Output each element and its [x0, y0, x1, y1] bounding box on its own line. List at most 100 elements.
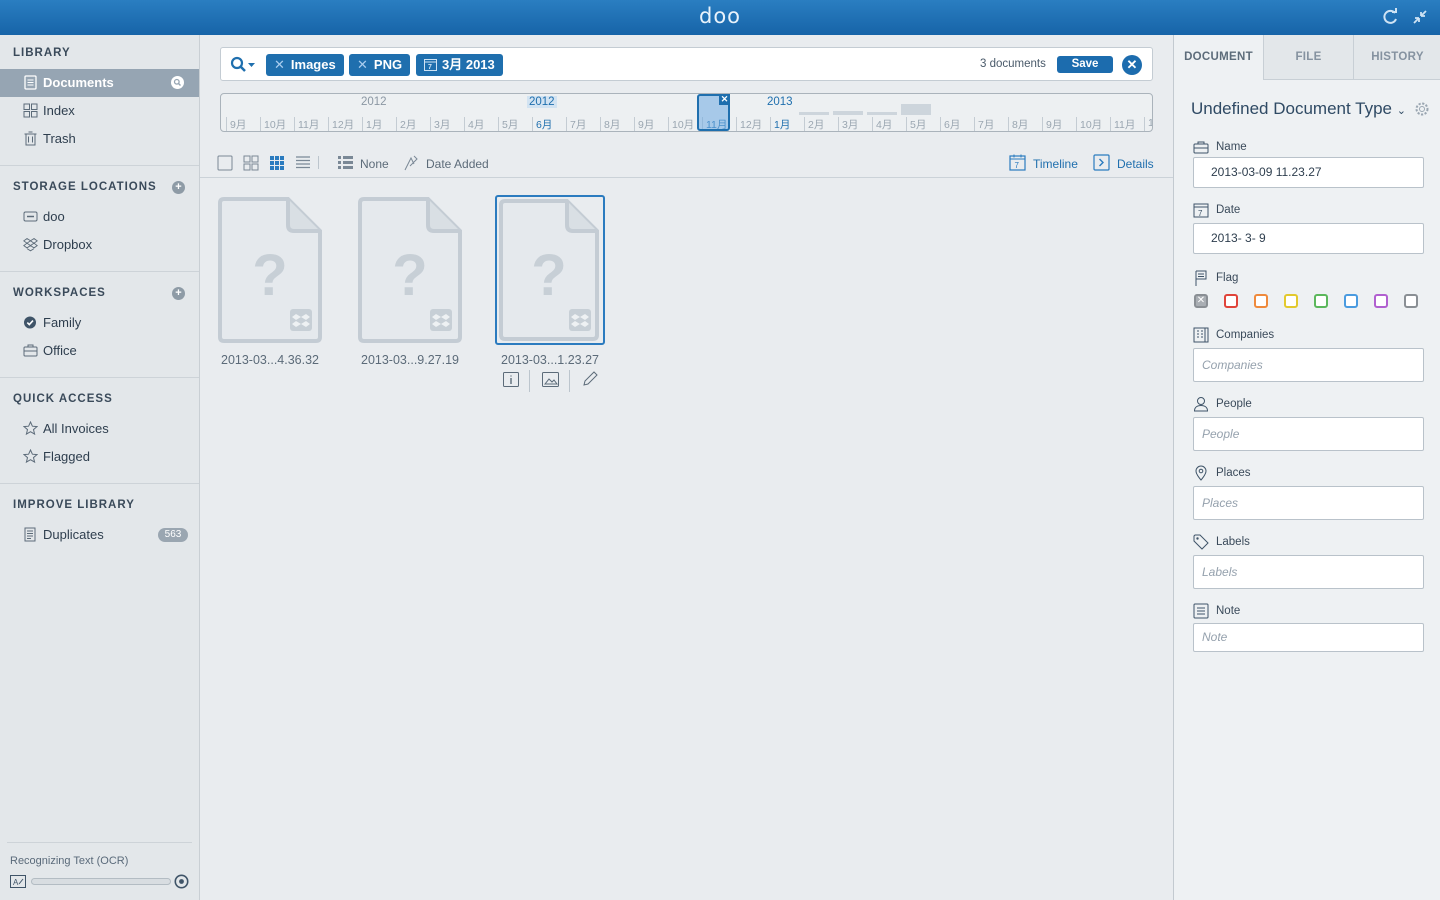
note-field[interactable]: Note	[1193, 623, 1424, 652]
document-tile-selected[interactable]: ?	[495, 195, 605, 345]
places-field[interactable]: Places	[1193, 486, 1424, 520]
search-bar[interactable]: ✕ Images ✕ PNG 7 3月 2013 3 documents Save ✕	[220, 47, 1153, 81]
add-workspace-button[interactable]: +	[172, 287, 185, 300]
document-tile[interactable]: ?	[356, 195, 466, 345]
sync-icon[interactable]	[1381, 8, 1399, 26]
timeline-month-tick[interactable]: 8月	[600, 117, 620, 131]
timeline-month-tick[interactable]: 12月	[328, 117, 354, 131]
name-field[interactable]: 2013-03-09 11.23.27	[1193, 157, 1424, 188]
timeline-month-tick[interactable]: 6月	[532, 117, 552, 131]
sidebar-item-documents[interactable]: Documents	[0, 69, 199, 97]
single-view-icon[interactable]	[217, 155, 233, 171]
timeline-month-tick[interactable]: 2月	[804, 117, 824, 131]
clear-range-icon[interactable]: ✕	[719, 94, 730, 105]
tab-document[interactable]: DOCUMENT	[1174, 35, 1263, 80]
save-search-button[interactable]: Save	[1057, 56, 1113, 73]
large-grid-icon[interactable]	[243, 155, 259, 171]
sidebar-item-family[interactable]: Family	[0, 309, 199, 337]
timeline-month-tick[interactable]: 9月	[634, 117, 654, 131]
search-icon[interactable]	[171, 76, 184, 89]
timeline-month-tick[interactable]: 8月	[1008, 117, 1028, 131]
timeline-month-tick[interactable]: 12月	[736, 117, 762, 131]
timeline-month-tick[interactable]: 9月	[226, 117, 246, 131]
date-field[interactable]: 2013- 3- 9	[1193, 223, 1424, 254]
timeline-month-tick[interactable]: 7月	[974, 117, 994, 131]
flag-label: Flag	[1216, 272, 1239, 284]
tab-history[interactable]: HISTORY	[1353, 35, 1440, 80]
timeline-scrubber[interactable]: 2012 2012 2013 9月 10月 11月 12月 1月 2月 3月 4月 5月 6月 7月…	[220, 93, 1153, 132]
collapse-icon[interactable]	[1411, 8, 1429, 26]
details-toggle[interactable]: Details	[1117, 157, 1154, 171]
timeline-month-tick[interactable]: 12	[1144, 117, 1152, 131]
flag-gray-option[interactable]	[1404, 294, 1418, 308]
list-view-icon[interactable]	[295, 155, 311, 171]
timeline-month-tick[interactable]: 2月	[396, 117, 416, 131]
flag-purple-option[interactable]	[1374, 294, 1388, 308]
timeline-month-tick[interactable]: 5月	[498, 117, 518, 131]
flag-blue-option[interactable]	[1344, 294, 1358, 308]
document-name[interactable]: 2013-03...1.23.27	[480, 353, 620, 367]
labels-field[interactable]: Labels	[1193, 555, 1424, 589]
filter-chip-png[interactable]: ✕ PNG	[349, 54, 411, 76]
document-name[interactable]: 2013-03...4.36.32	[200, 353, 340, 367]
sidebar-item-all-invoices[interactable]: All Invoices	[0, 415, 199, 443]
small-grid-icon[interactable]	[269, 155, 285, 171]
sidebar-item-trash[interactable]: Trash	[0, 125, 199, 153]
companies-field[interactable]: Companies	[1193, 348, 1424, 382]
sidebar-item-dropbox[interactable]: Dropbox	[0, 231, 199, 259]
flag-orange-option[interactable]	[1254, 294, 1268, 308]
timeline-month-tick[interactable]: 7月	[566, 117, 586, 131]
tab-file[interactable]: FILE	[1263, 35, 1353, 80]
remove-filter-icon[interactable]: ✕	[357, 57, 368, 72]
timeline-month-tick[interactable]: 3月	[838, 117, 858, 131]
timeline-month-tick[interactable]: 5月	[906, 117, 926, 131]
timeline-month-tick[interactable]: 1月	[770, 117, 790, 131]
sidebar-item-doo[interactable]: doo	[0, 203, 199, 231]
timeline-month-tick[interactable]: 10月	[1076, 117, 1102, 131]
flag-red-option[interactable]	[1224, 294, 1238, 308]
timeline-month-tick[interactable]: 4月	[872, 117, 892, 131]
timeline-toggle[interactable]: Timeline	[1033, 157, 1078, 171]
timeline-month-tick[interactable]: 6月	[940, 117, 960, 131]
filter-chip-date[interactable]: 7 3月 2013	[416, 54, 503, 76]
people-field[interactable]: People	[1193, 417, 1424, 451]
timeline-month-tick[interactable]: 10月	[668, 117, 694, 131]
document-name[interactable]: 2013-03...9.27.19	[340, 353, 480, 367]
timeline-bar	[833, 111, 863, 115]
timeline-month-tick[interactable]: 11月	[1110, 117, 1135, 131]
sidebar-item-office[interactable]: Office	[0, 337, 199, 365]
timeline-month-tick[interactable]: 10月	[260, 117, 286, 131]
search-icon[interactable]	[230, 56, 257, 74]
sort-by-label[interactable]: Date Added	[426, 157, 489, 171]
flag-none-option[interactable]: ✕	[1194, 294, 1208, 308]
sidebar-item-flagged[interactable]: Flagged	[0, 443, 199, 471]
filter-chip-images[interactable]: ✕ Images	[266, 54, 344, 76]
document-tile[interactable]: ?	[216, 195, 326, 345]
calendar-icon[interactable]: 7	[1009, 154, 1026, 171]
group-icon[interactable]	[337, 155, 354, 171]
preview-icon[interactable]	[542, 372, 559, 387]
gear-icon[interactable]	[174, 874, 189, 889]
info-icon[interactable]	[503, 372, 519, 387]
sidebar-item-index[interactable]: Index	[0, 97, 199, 125]
document-type-selector[interactable]: Undefined Document Type ⌄	[1191, 99, 1406, 119]
flag-green-option[interactable]	[1314, 294, 1328, 308]
group-by-label[interactable]: None	[360, 157, 389, 171]
sidebar-item-label: Family	[43, 315, 82, 330]
document-type-label: Undefined Document Type	[1191, 99, 1392, 118]
add-storage-button[interactable]: +	[172, 181, 185, 194]
timeline-month-tick[interactable]: 4月	[464, 117, 484, 131]
sidebar-item-duplicates[interactable]: Duplicates 563	[0, 521, 199, 549]
timeline-month-tick[interactable]: 9月	[1042, 117, 1062, 131]
timeline-month-tick[interactable]: 3月	[430, 117, 450, 131]
clear-search-button[interactable]: ✕	[1122, 55, 1142, 75]
flag-yellow-option[interactable]	[1284, 294, 1298, 308]
remove-filter-icon[interactable]: ✕	[274, 57, 285, 72]
gear-icon[interactable]	[1414, 101, 1430, 117]
edit-icon[interactable]	[582, 371, 598, 387]
timeline-month-tick[interactable]: 11月	[294, 117, 319, 131]
divider	[7, 842, 192, 843]
timeline-month-tick[interactable]: 1月	[362, 117, 382, 131]
details-icon[interactable]	[1093, 154, 1110, 171]
sort-icon[interactable]	[403, 155, 419, 171]
